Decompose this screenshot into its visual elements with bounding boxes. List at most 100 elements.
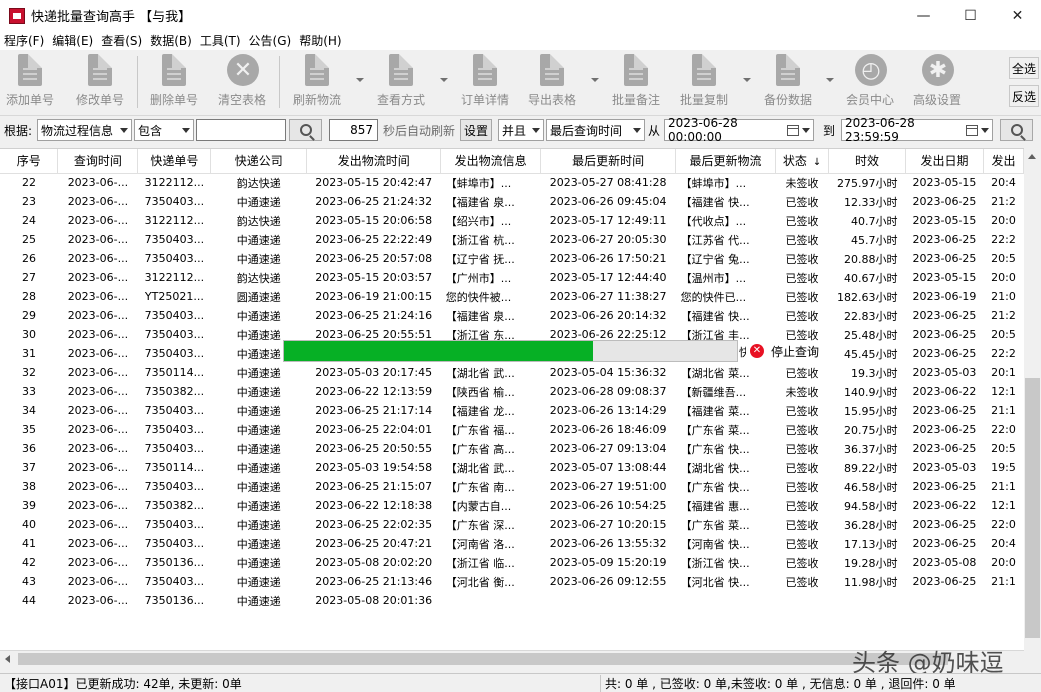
table-cell: 【福建省 泉... xyxy=(440,306,541,326)
column-header-courier[interactable]: 快递公司 xyxy=(210,149,308,174)
clear-table-button[interactable]: ✕ 清空表格 xyxy=(218,54,266,112)
table-cell: 43 xyxy=(0,572,58,592)
export-table-button[interactable]: 导出表格 xyxy=(528,54,576,112)
column-header-query-time[interactable]: 查询时间 xyxy=(57,149,139,174)
delete-number-button[interactable]: 删除单号 xyxy=(150,54,198,112)
refresh-logistics-button[interactable]: 刷新物流 xyxy=(293,54,341,112)
table-row[interactable]: 38 2023-06-... 7350403... 中通速递 2023-06-25 21… xyxy=(0,477,1024,497)
close-button[interactable]: ✕ xyxy=(994,0,1041,31)
table-cell: 44 xyxy=(0,591,58,611)
select-all-button[interactable]: 全选 xyxy=(1009,57,1039,79)
table-row[interactable]: 22 2023-06-... 3122112... 韵达快递 2023-05-15 20… xyxy=(0,173,1024,193)
vertical-scrollbar[interactable] xyxy=(1024,148,1041,650)
table-row[interactable]: 39 2023-06-... 7350382... 中通速递 2023-06-22 12… xyxy=(0,496,1024,516)
advanced-settings-button[interactable]: ✱ 高级设置 xyxy=(913,54,961,112)
table-cell: 2023-06-25 xyxy=(905,306,984,326)
menu-help[interactable]: 帮助(H) xyxy=(299,32,341,49)
batch-copy-icon xyxy=(692,54,716,86)
keyword-input[interactable] xyxy=(196,119,286,141)
table-cell: 中通速递 xyxy=(210,439,307,459)
table-row[interactable]: 27 2023-06-... 3122112... 韵达快递 2023-05-15 20… xyxy=(0,268,1024,288)
column-header-status[interactable]: 状态 ↓ xyxy=(775,149,829,174)
table-row[interactable]: 43 2023-06-... 7350403... 中通速递 2023-06-25 21… xyxy=(0,572,1024,592)
table-cell: 2023-06-... xyxy=(57,591,138,611)
table-row[interactable]: 42 2023-06-... 7350136... 中通速递 2023-05-08 20… xyxy=(0,553,1024,573)
table-row[interactable]: 25 2023-06-... 7350403... 中通速递 2023-06-25 22… xyxy=(0,230,1024,250)
horizontal-scroll-thumb[interactable] xyxy=(18,653,948,665)
member-center-button[interactable]: ◴ 会员中心 xyxy=(846,54,894,112)
menu-tools[interactable]: 工具(T) xyxy=(200,32,241,49)
column-header-send-info[interactable]: 发出物流信息 xyxy=(440,149,542,174)
edit-number-button[interactable]: 修改单号 xyxy=(76,54,124,112)
column-header-last-update-info[interactable]: 最后更新物流 xyxy=(675,149,777,174)
batch-note-button[interactable]: 批量备注 xyxy=(612,54,660,112)
view-mode-dropdown-icon[interactable] xyxy=(440,78,448,82)
batch-copy-button[interactable]: 批量复制 xyxy=(680,54,728,112)
table-cell: 已签收 xyxy=(775,458,829,478)
to-datetime-picker[interactable]: 2023-06-28 23:59:59 xyxy=(841,116,993,144)
table-cell: 2023-05-03 20:17:45 xyxy=(306,363,441,383)
invert-select-button[interactable]: 反选 xyxy=(1009,85,1039,107)
table-row[interactable]: 34 2023-06-... 7350403... 中通速递 2023-06-25 21… xyxy=(0,401,1024,421)
table-cell: 2023-06-... xyxy=(57,211,138,231)
table-cell: 23 xyxy=(0,192,58,212)
settings-button[interactable]: 设置 xyxy=(460,119,492,141)
table-row[interactable]: 40 2023-06-... 7350403... 中通速递 2023-06-25 22… xyxy=(0,515,1024,535)
minimize-button[interactable]: — xyxy=(900,0,947,31)
table-cell: 2023-06-22 xyxy=(905,382,984,402)
table-row[interactable]: 33 2023-06-... 7350382... 中通速递 2023-06-22 12… xyxy=(0,382,1024,402)
from-datetime-picker[interactable]: 2023-06-28 00:00:00 xyxy=(664,116,814,144)
add-number-button[interactable]: 添加单号 xyxy=(6,54,54,112)
menu-notice[interactable]: 公告(G) xyxy=(249,32,292,49)
search-button[interactable] xyxy=(289,119,322,141)
column-header-send-extra[interactable]: 发出 xyxy=(983,149,1024,174)
view-mode-button[interactable]: 查看方式 xyxy=(377,54,425,112)
refresh-dropdown-icon[interactable] xyxy=(356,78,364,82)
table-row[interactable]: 36 2023-06-... 7350403... 中通速递 2023-06-25 20… xyxy=(0,439,1024,459)
table-cell: 3122112... xyxy=(137,173,211,193)
table-row[interactable]: 32 2023-06-... 7350114... 中通速递 2023-05-03 20… xyxy=(0,363,1024,383)
table-row[interactable]: 29 2023-06-... 7350403... 中通速递 2023-06-25 21… xyxy=(0,306,1024,326)
table-row[interactable]: 28 2023-06-... YT25021... 圆通速递 2023-06-19 21… xyxy=(0,287,1024,307)
table-row[interactable]: 23 2023-06-... 7350403... 中通速递 2023-06-25 21… xyxy=(0,192,1024,212)
stop-query-button[interactable]: ✕ 停止查询 xyxy=(746,341,824,361)
menu-view[interactable]: 查看(S) xyxy=(101,32,142,49)
menu-data[interactable]: 数据(B) xyxy=(150,32,192,49)
menu-edit[interactable]: 编辑(E) xyxy=(52,32,93,49)
time-field-select[interactable]: 最后查询时间 xyxy=(546,119,645,141)
table-cell: 2023-05-15 xyxy=(905,173,984,193)
column-header-index[interactable]: 序号 xyxy=(0,149,59,174)
column-header-duration[interactable]: 时效 xyxy=(828,149,906,174)
table-row[interactable]: 37 2023-06-... 7350114... 中通速递 2023-05-03 19… xyxy=(0,458,1024,478)
column-header-send-time[interactable]: 发出物流时间 xyxy=(306,149,442,174)
maximize-button[interactable]: ☐ xyxy=(947,0,994,31)
table-cell: 11.98小时 xyxy=(828,572,906,592)
order-detail-button[interactable]: 订单详情 xyxy=(461,54,509,112)
menu-program[interactable]: 程序(F) xyxy=(4,32,44,49)
scroll-up-icon[interactable] xyxy=(1028,154,1036,159)
table-cell: 【代收点】... xyxy=(675,211,776,231)
table-row[interactable]: 35 2023-06-... 7350403... 中通速递 2023-06-25 22… xyxy=(0,420,1024,440)
vertical-scroll-thumb[interactable] xyxy=(1025,378,1040,638)
order-detail-label: 订单详情 xyxy=(461,93,510,107)
copy-dropdown-icon[interactable] xyxy=(743,78,751,82)
filter-bar: 根据: 物流过程信息 包含 857 秒后自动刷新 设置 并且 最后查询时间 从 … xyxy=(0,116,1041,144)
table-cell: 2023-06-25 22:04:01 xyxy=(306,420,441,440)
logic-select[interactable]: 并且 xyxy=(498,119,544,141)
refresh-interval-input[interactable]: 857 xyxy=(329,119,378,141)
table-row[interactable]: 24 2023-06-... 3122112... 韵达快递 2023-05-15 20… xyxy=(0,211,1024,231)
scroll-left-icon[interactable] xyxy=(5,655,10,663)
filter-field-select[interactable]: 物流过程信息 xyxy=(37,119,132,141)
table-row[interactable]: 44 2023-06-... 7350136... 中通速递 2023-05-08 20… xyxy=(0,591,1024,611)
export-dropdown-icon[interactable] xyxy=(591,78,599,82)
table-row[interactable]: 41 2023-06-... 7350403... 中通速递 2023-06-25 20… xyxy=(0,534,1024,554)
table-row[interactable]: 26 2023-06-... 7350403... 中通速递 2023-06-25 20… xyxy=(0,249,1024,269)
backup-data-button[interactable]: 备份数据 xyxy=(764,54,812,112)
filter-match-select[interactable]: 包含 xyxy=(134,119,194,141)
backup-dropdown-icon[interactable] xyxy=(826,78,834,82)
query-button[interactable] xyxy=(1000,119,1033,141)
table-cell: 2023-06-26 10:54:25 xyxy=(540,496,676,516)
column-header-tracking-number[interactable]: 快递单号 xyxy=(137,149,212,174)
column-header-send-date[interactable]: 发出日期 xyxy=(905,149,984,174)
column-header-last-update-time[interactable]: 最后更新时间 xyxy=(540,149,677,174)
